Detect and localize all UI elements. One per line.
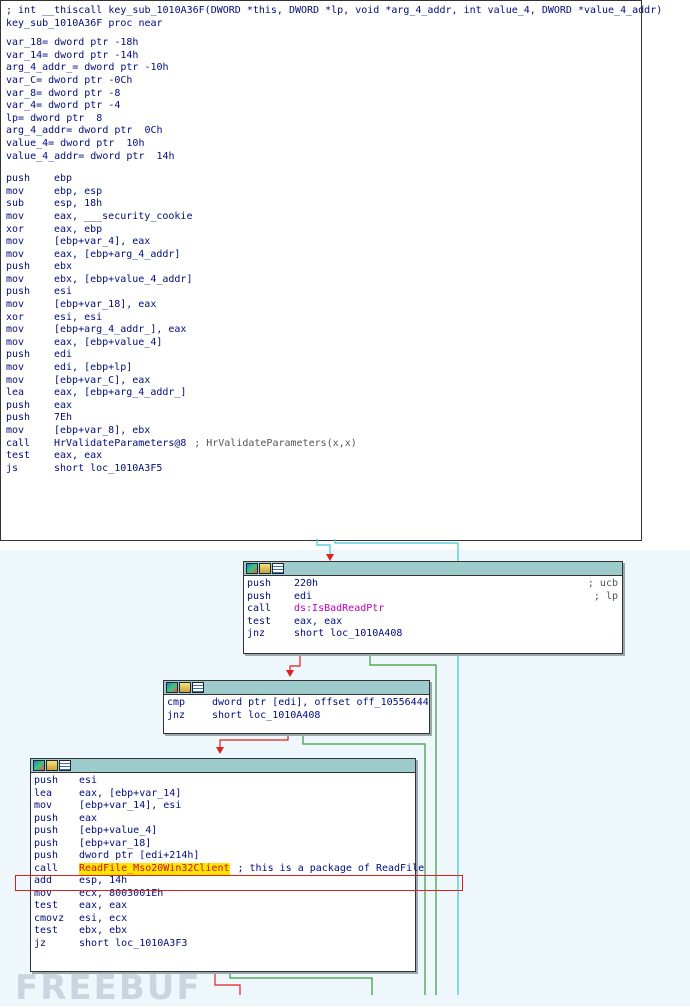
arrow-red-1 bbox=[326, 554, 334, 561]
text-view-icon[interactable] bbox=[192, 682, 204, 693]
basic-block-readfile[interactable]: push esi lea eax, [ebp+var_14]mov [ebp+var_1… bbox=[30, 758, 424, 972]
edge-red-2 bbox=[289, 652, 301, 673]
instruction-row[interactable]: cmovz esi, ecx bbox=[31, 913, 415, 926]
arrow-red-3 bbox=[216, 747, 224, 754]
mnemonic: push bbox=[34, 825, 59, 836]
operand[interactable]: esi, ecx bbox=[79, 913, 127, 926]
operand[interactable]: [ebp+var_18] bbox=[79, 838, 151, 851]
mnemonic: push bbox=[34, 775, 59, 786]
instruction-row[interactable]: test eax, eax bbox=[244, 616, 622, 629]
mnemonic: cmovz bbox=[34, 912, 65, 924]
operand[interactable]: eax, [ebp+var_14] bbox=[79, 788, 181, 801]
graph-color-icon[interactable] bbox=[246, 563, 258, 574]
instruction-row[interactable]: call ds:IsBadReadPtr bbox=[244, 603, 622, 616]
edge-red-4 bbox=[214, 970, 241, 995]
instruction-row[interactable]: jnz short loc_1010A408 bbox=[164, 710, 429, 723]
instruction-row[interactable]: jnz short loc_1010A408 bbox=[244, 628, 622, 641]
edge-green-4 bbox=[229, 970, 373, 995]
graph-color-icon[interactable] bbox=[166, 682, 178, 693]
operand[interactable]: ds:IsBadReadPtr bbox=[294, 603, 384, 616]
text-view-icon[interactable] bbox=[272, 563, 284, 574]
mnemonic: test bbox=[247, 615, 272, 627]
operand[interactable]: eax, eax bbox=[79, 900, 127, 913]
operand[interactable]: short loc_1010A408 bbox=[294, 628, 402, 641]
mnemonic: test bbox=[34, 925, 59, 936]
operand[interactable]: dword ptr [edi], offset off_10556444 bbox=[212, 697, 429, 710]
mnemonic: call bbox=[247, 603, 272, 614]
block-header bbox=[244, 562, 622, 576]
instruction-row[interactable]: push esi bbox=[31, 775, 415, 788]
mnemonic: push bbox=[34, 850, 59, 861]
instruction-row[interactable]: cmp dword ptr [edi], offset off_10556444 bbox=[164, 697, 429, 710]
operand[interactable]: short loc_1010A3F3 bbox=[79, 938, 187, 951]
mnemonic: push bbox=[247, 590, 272, 602]
instruction-row[interactable]: push dword ptr [edi+214h] bbox=[31, 850, 415, 863]
basic-block-cmp-offset[interactable]: cmp dword ptr [edi], offset off_10556444 j… bbox=[163, 680, 430, 734]
text-view-icon[interactable] bbox=[59, 760, 71, 771]
operand[interactable]: dword ptr [edi+214h] bbox=[79, 850, 199, 863]
mnemonic: jnz bbox=[167, 709, 186, 721]
instruction-row[interactable]: push [ebp+value_4] bbox=[31, 825, 415, 838]
instruction-row[interactable]: mov [ebp+var_14], esi bbox=[31, 800, 415, 813]
basic-block-isbadreadptr[interactable]: push 220h ; ucb push edi ; lp call ds:IsBadRead… bbox=[243, 561, 623, 654]
mnemonic: jz bbox=[34, 937, 47, 949]
mnemonic: push bbox=[34, 837, 59, 849]
mnemonic: test bbox=[34, 900, 59, 911]
mnemonic: jnz bbox=[247, 628, 266, 639]
instruction-row[interactable]: push 220h ; ucb bbox=[244, 578, 622, 591]
watermark-logo: FREEBUF bbox=[15, 968, 202, 1008]
mnemonic: mov bbox=[34, 800, 53, 811]
instruction-row[interactable]: test eax, eax bbox=[31, 900, 415, 913]
operand[interactable]: eax, eax bbox=[294, 616, 342, 629]
instruction-row[interactable]: push [ebp+var_18] bbox=[31, 838, 415, 851]
mnemonic: lea bbox=[34, 787, 53, 799]
instruction-row[interactable]: test ebx, ebx bbox=[31, 925, 415, 938]
block-header bbox=[164, 681, 429, 695]
instruction-row[interactable]: lea eax, [ebp+var_14] bbox=[31, 788, 415, 801]
mnemonic: call bbox=[34, 862, 59, 874]
instruction-row[interactable]: push edi ; lp bbox=[244, 591, 622, 604]
mnemonic: cmp bbox=[167, 697, 186, 708]
edit-icon[interactable] bbox=[259, 563, 271, 574]
instruction-row[interactable]: call ReadFile_Mso20Win32Client ; this is a… bbox=[31, 862, 424, 875]
operand[interactable]: eax bbox=[79, 813, 97, 826]
operand[interactable]: [ebp+var_14], esi bbox=[79, 800, 181, 813]
edit-icon[interactable] bbox=[179, 682, 191, 693]
mnemonic: push bbox=[247, 578, 272, 589]
operand[interactable]: edi bbox=[294, 591, 312, 604]
operand[interactable]: ReadFile_Mso20Win32Client bbox=[79, 862, 230, 875]
block-header bbox=[31, 759, 415, 773]
arrow-red-2 bbox=[286, 670, 294, 677]
operand[interactable]: ebx, ebx bbox=[79, 925, 127, 938]
comment: ; ucb bbox=[587, 578, 618, 589]
operand[interactable]: [ebp+value_4] bbox=[79, 825, 157, 838]
operand[interactable]: esi bbox=[79, 775, 97, 788]
operand[interactable]: 220h bbox=[294, 578, 318, 591]
annotation-highlight-box bbox=[15, 875, 463, 891]
operand[interactable]: short loc_1010A408 bbox=[212, 710, 320, 723]
edge-red-3 bbox=[219, 732, 289, 750]
edit-icon[interactable] bbox=[46, 760, 58, 771]
graph-color-icon[interactable] bbox=[33, 760, 45, 771]
instruction-row[interactable]: push eax bbox=[31, 813, 415, 826]
comment: ; lp bbox=[593, 590, 618, 602]
mnemonic: push bbox=[34, 812, 59, 824]
instruction-row[interactable]: jz short loc_1010A3F3 bbox=[31, 938, 415, 951]
comment: ; this is a package of ReadFile bbox=[237, 862, 425, 874]
